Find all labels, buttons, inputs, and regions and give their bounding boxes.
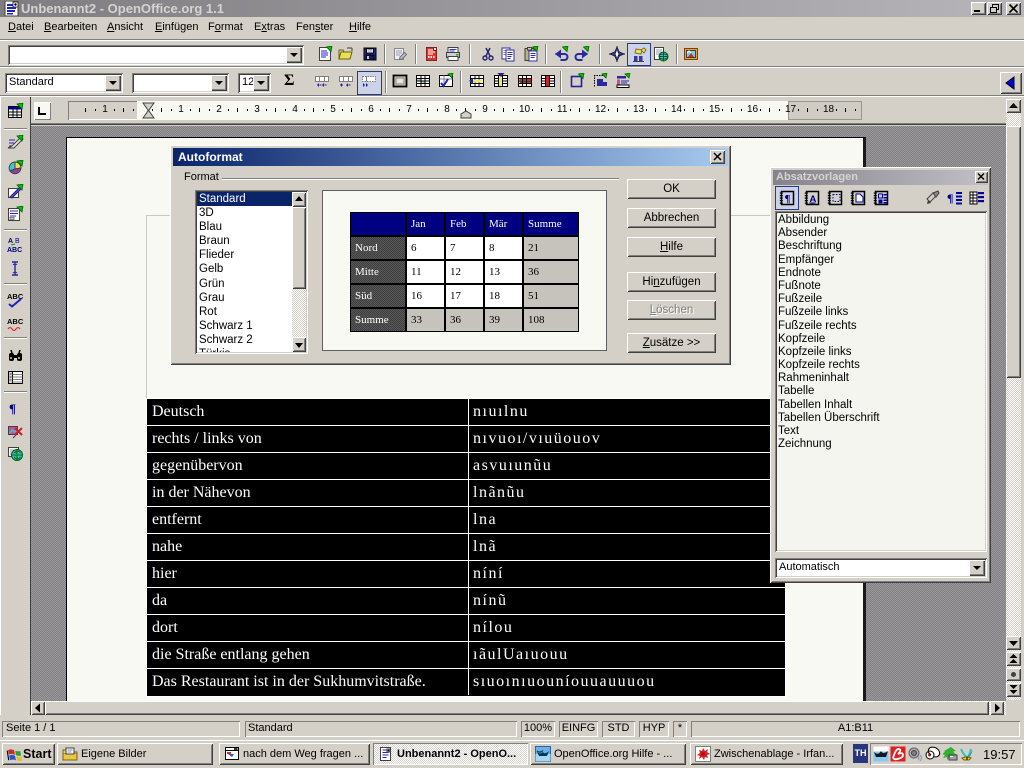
- svg-text:A: A: [8, 238, 13, 245]
- svg-text:¶: ¶: [947, 191, 953, 205]
- svg-text:B: B: [15, 238, 20, 245]
- svg-text:¶: ¶: [785, 193, 791, 205]
- svg-text:ABC: ABC: [7, 317, 24, 326]
- svg-text:ABC: ABC: [7, 247, 22, 253]
- svg-text:¶: ¶: [9, 401, 16, 416]
